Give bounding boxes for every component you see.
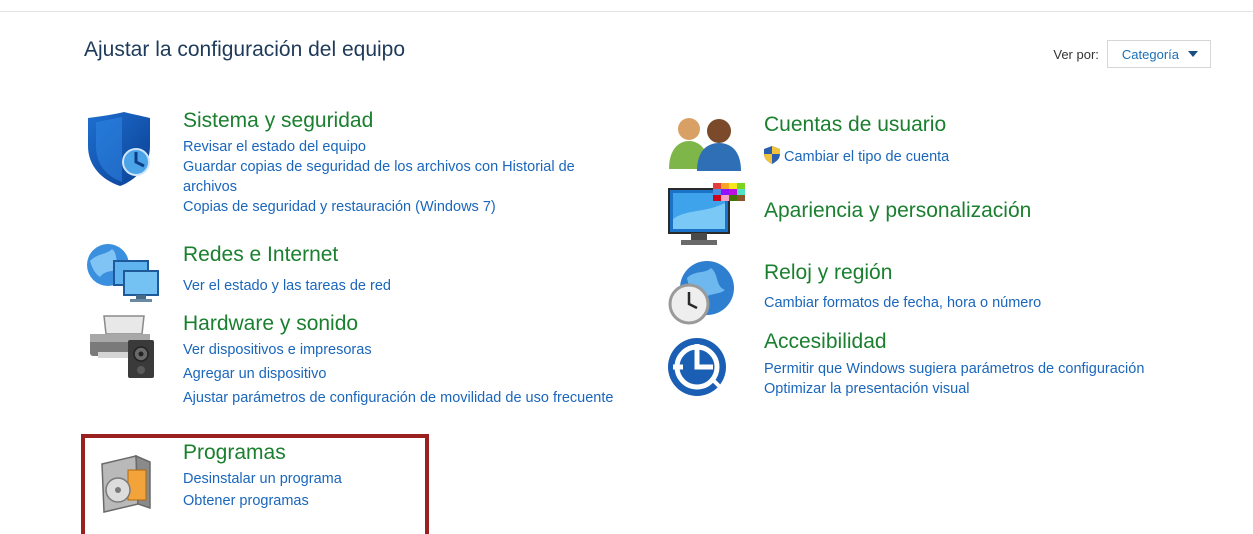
view-by: Ver por: Categoría <box>1053 40 1211 68</box>
view-by-label: Ver por: <box>1053 46 1099 62</box>
category-programs: Programas Desinstalar un programa Obtene… <box>84 441 424 522</box>
category-title-appearance[interactable]: Apariencia y personalización <box>764 199 1031 223</box>
category-accessibility: Accesibilidad Permitir que Windows sugie… <box>667 330 1227 430</box>
link-windows-suggest-settings[interactable]: Permitir que Windows sugiera parámetros … <box>764 359 1169 379</box>
link-get-programs[interactable]: Obtener programas <box>183 491 342 511</box>
category-title-system-security[interactable]: Sistema y seguridad <box>183 109 373 133</box>
clock-globe-icon <box>668 261 734 325</box>
category-title-programs[interactable]: Programas <box>183 441 286 465</box>
shield-icon <box>88 112 150 186</box>
link-change-account-type[interactable]: Cambiar el tipo de cuenta <box>764 146 949 167</box>
view-by-value: Categoría <box>1121 46 1179 62</box>
link-optimize-visual-display[interactable]: Optimizar la presentación visual <box>764 379 1184 399</box>
link-file-history-backup[interactable]: Guardar copias de seguridad de los archi… <box>183 157 613 197</box>
link-change-account-type-label: Cambiar el tipo de cuenta <box>784 149 950 165</box>
link-add-device[interactable]: Agregar un dispositivo <box>183 364 663 384</box>
category-user-accounts: Cuentas de usuario Cambiar el tipo de cu… <box>667 113 1227 173</box>
category-appearance: Apariencia y personalización <box>667 183 1227 253</box>
category-title-network-internet[interactable]: Redes e Internet <box>183 243 338 267</box>
chevron-down-icon <box>1188 51 1198 57</box>
link-uninstall-program[interactable]: Desinstalar un programa <box>183 469 342 489</box>
category-clock-region: Reloj y región Cambiar formatos de fecha… <box>665 260 1225 330</box>
network-icon <box>87 244 159 302</box>
category-hardware-sound: Hardware y sonido Ver dispositivos e imp… <box>84 312 684 432</box>
category-title-user-accounts[interactable]: Cuentas de usuario <box>764 113 946 137</box>
link-backup-restore[interactable]: Copias de seguridad y restauración (Wind… <box>183 197 623 217</box>
link-network-status[interactable]: Ver el estado y las tareas de red <box>183 276 391 296</box>
category-title-accessibility[interactable]: Accesibilidad <box>764 330 887 354</box>
category-title-hardware-sound[interactable]: Hardware y sonido <box>183 312 358 336</box>
printer-icon <box>90 315 154 378</box>
monitor-icon <box>668 183 745 245</box>
link-change-date-time-format[interactable]: Cambiar formatos de fecha, hora o número <box>764 293 1041 313</box>
link-mobility-settings[interactable]: Ajustar parámetros de configuración de m… <box>183 388 658 408</box>
link-devices-printers[interactable]: Ver dispositivos e impresoras <box>183 340 663 360</box>
uac-shield-icon <box>764 146 780 164</box>
users-icon <box>669 118 741 171</box>
view-by-dropdown[interactable]: Categoría <box>1106 40 1211 68</box>
category-system-security: Sistema y seguridad Revisar el estado de… <box>84 109 644 232</box>
category-network-internet: Redes e Internet Ver el estado y las tar… <box>84 243 644 303</box>
accessibility-icon <box>668 338 726 396</box>
category-title-clock-region[interactable]: Reloj y región <box>764 261 892 285</box>
top-divider <box>0 11 1253 12</box>
page-title: Ajustar la configuración del equipo <box>84 38 406 61</box>
link-review-computer-status[interactable]: Revisar el estado del equipo <box>183 137 623 157</box>
programs-icon <box>101 454 151 513</box>
